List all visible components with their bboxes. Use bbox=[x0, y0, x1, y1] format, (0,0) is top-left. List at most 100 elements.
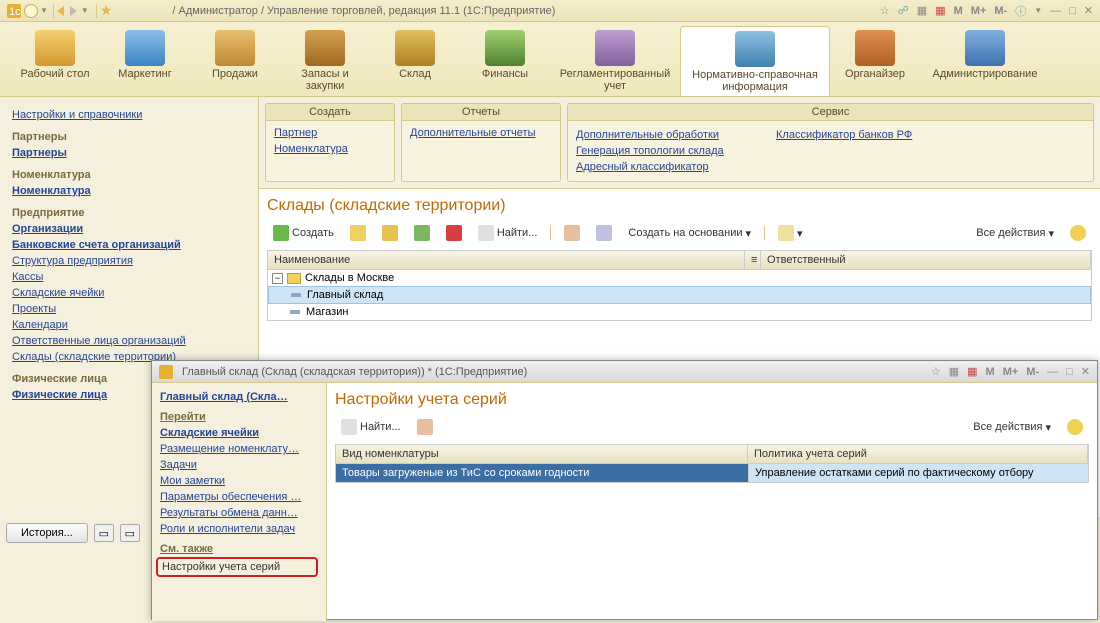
section-tabs: Рабочий стол Маркетинг Продажи Запасы и … bbox=[0, 22, 1100, 97]
calendar-icon[interactable]: ▦ bbox=[932, 4, 948, 17]
tab-marketing[interactable]: Маркетинг bbox=[100, 26, 190, 96]
copy-icon bbox=[350, 225, 366, 241]
mminus-button[interactable]: M- bbox=[1023, 366, 1042, 378]
fav-icon[interactable]: ☆ bbox=[877, 4, 893, 17]
tab-organizer[interactable]: Органайзер bbox=[830, 26, 920, 96]
action-extra-reports[interactable]: Дополнительные отчеты bbox=[410, 125, 552, 141]
help-button[interactable] bbox=[1064, 223, 1092, 243]
all-actions-button[interactable]: Все действия▾ bbox=[970, 225, 1060, 242]
tab-admin[interactable]: Администрирование bbox=[920, 26, 1050, 96]
link-icon[interactable]: ☍ bbox=[895, 4, 912, 17]
nav-responsible[interactable]: Ответственные лица организаций bbox=[12, 333, 246, 349]
menu-circle-icon[interactable] bbox=[24, 4, 38, 18]
tree-row-selected[interactable]: Главный склад bbox=[268, 286, 1091, 304]
collapse-icon[interactable]: − bbox=[272, 273, 283, 284]
add-icon bbox=[382, 225, 398, 241]
tree-root[interactable]: − Склады в Москве bbox=[268, 270, 1091, 286]
edit-button[interactable] bbox=[408, 223, 436, 243]
back-icon[interactable] bbox=[57, 6, 64, 16]
sort-indicator[interactable]: ≡ bbox=[745, 251, 761, 269]
delete-button[interactable] bbox=[440, 223, 468, 243]
inner-nav-placement[interactable]: Размещение номенклату… bbox=[160, 441, 318, 457]
nav-organizations[interactable]: Организации bbox=[12, 221, 246, 237]
maximize-button[interactable]: □ bbox=[1063, 366, 1076, 378]
info-icon[interactable]: ⓘ bbox=[1012, 3, 1029, 19]
close-button[interactable]: ✕ bbox=[1078, 365, 1093, 378]
create-button[interactable]: Создать bbox=[267, 223, 340, 243]
m-button[interactable]: M bbox=[951, 5, 966, 17]
tree-button[interactable] bbox=[590, 223, 618, 243]
table-row-selected[interactable]: Товары загруженые из ТиС со сроками годн… bbox=[336, 464, 1088, 482]
col-policy[interactable]: Политика учета серий bbox=[748, 445, 1088, 463]
tab-desktop[interactable]: Рабочий стол bbox=[10, 26, 100, 96]
inner-nav-tasks[interactable]: Задачи bbox=[160, 457, 318, 473]
col-responsible[interactable]: Ответственный bbox=[761, 251, 1091, 269]
inner-nav-series-settings[interactable]: Настройки учета серий bbox=[156, 557, 318, 577]
history-button[interactable]: История... bbox=[6, 523, 88, 543]
tab-finance[interactable]: Финансы bbox=[460, 26, 550, 96]
tab-warehouse[interactable]: Склад bbox=[370, 26, 460, 96]
minimize-button[interactable]: — bbox=[1044, 366, 1061, 378]
close-button[interactable]: ✕ bbox=[1081, 4, 1096, 17]
inner-nav-params[interactable]: Параметры обеспечения … bbox=[160, 489, 318, 505]
minimize-button[interactable]: — bbox=[1047, 5, 1064, 17]
nav-nomen[interactable]: Номенклатура bbox=[12, 183, 246, 199]
nav-structure[interactable]: Структура предприятия bbox=[12, 253, 246, 269]
col-type[interactable]: Вид номенклатуры bbox=[336, 445, 748, 463]
inner-nav-cells[interactable]: Складские ячейки bbox=[160, 425, 318, 441]
nav-projects[interactable]: Проекты bbox=[12, 301, 246, 317]
inner-nav-title[interactable]: Главный склад (Скла… bbox=[160, 389, 318, 405]
nav-settings[interactable]: Настройки и справочники bbox=[12, 107, 246, 123]
favorites-icon[interactable]: ★ bbox=[100, 2, 113, 19]
action-gen-topology[interactable]: Генерация топологии склада bbox=[576, 143, 776, 159]
inner-sidebar: Главный склад (Скла… Перейти Складские я… bbox=[152, 383, 327, 621]
tab-stock[interactable]: Запасы и закупки bbox=[280, 26, 370, 96]
nav-kassy[interactable]: Кассы bbox=[12, 269, 246, 285]
fav-icon[interactable]: ☆ bbox=[928, 365, 944, 378]
action-create-nomen[interactable]: Номенклатура bbox=[274, 141, 386, 157]
dropdown-icon[interactable]: ▼ bbox=[77, 6, 93, 15]
createby-button[interactable]: Создать на основании▾ bbox=[622, 225, 757, 242]
mplus-button[interactable]: M+ bbox=[968, 5, 990, 17]
nav-partners-header: Партнеры bbox=[12, 123, 246, 145]
reset-button[interactable] bbox=[558, 223, 586, 243]
tab-sales[interactable]: Продажи bbox=[190, 26, 280, 96]
action-create-partner[interactable]: Партнер bbox=[274, 125, 386, 141]
copy-button[interactable] bbox=[344, 223, 372, 243]
forward-icon[interactable] bbox=[70, 6, 77, 16]
reset-button[interactable] bbox=[411, 417, 439, 437]
m-button[interactable]: M bbox=[983, 366, 998, 378]
calc-icon[interactable]: ▦ bbox=[946, 365, 962, 378]
panels-icon[interactable]: ▭ bbox=[94, 524, 114, 542]
help-button[interactable] bbox=[1061, 417, 1089, 437]
action-addr-classifier[interactable]: Адресный классификатор bbox=[576, 159, 776, 175]
app-icon: 1c bbox=[6, 3, 22, 19]
add-button[interactable] bbox=[376, 223, 404, 243]
dropdown-button[interactable]: ▾ bbox=[772, 223, 809, 243]
action-bank-classifier[interactable]: Классификатор банков РФ bbox=[776, 127, 976, 143]
tree-row[interactable]: Магазин bbox=[268, 304, 1091, 320]
dropdown-icon[interactable]: ▼ bbox=[38, 6, 50, 15]
all-actions-button[interactable]: Все действия▾ bbox=[967, 419, 1057, 436]
inner-nav-notes[interactable]: Мои заметки bbox=[160, 473, 318, 489]
nav-cells[interactable]: Складские ячейки bbox=[12, 285, 246, 301]
nav-partners[interactable]: Партнеры bbox=[12, 145, 246, 161]
find-button[interactable]: Найти... bbox=[335, 417, 407, 437]
dropdown-icon[interactable]: ▼ bbox=[1031, 6, 1045, 15]
tab-regulated[interactable]: Регламентированный учет bbox=[550, 26, 680, 96]
find-button[interactable]: Найти... bbox=[472, 223, 544, 243]
action-extra-proc[interactable]: Дополнительные обработки bbox=[576, 127, 776, 143]
inner-nav-exchange[interactable]: Результаты обмена данн… bbox=[160, 505, 318, 521]
calc-icon[interactable]: ▦ bbox=[914, 4, 930, 17]
calendar-icon[interactable]: ▦ bbox=[964, 365, 980, 378]
maximize-button[interactable]: □ bbox=[1066, 5, 1079, 17]
nav-bankaccounts[interactable]: Банковские счета организаций bbox=[12, 237, 246, 253]
mminus-button[interactable]: M- bbox=[991, 5, 1010, 17]
inner-nav-roles[interactable]: Роли и исполнители задач bbox=[160, 521, 318, 537]
nav-calendars[interactable]: Календари bbox=[12, 317, 246, 333]
mplus-button[interactable]: M+ bbox=[1000, 366, 1022, 378]
col-name[interactable]: Наименование bbox=[268, 251, 745, 269]
windows-icon[interactable]: ▭ bbox=[120, 524, 140, 542]
tab-reference[interactable]: Нормативно-справочная информация bbox=[680, 26, 830, 96]
inner-toolbar: Найти... Все действия▾ bbox=[335, 415, 1089, 440]
